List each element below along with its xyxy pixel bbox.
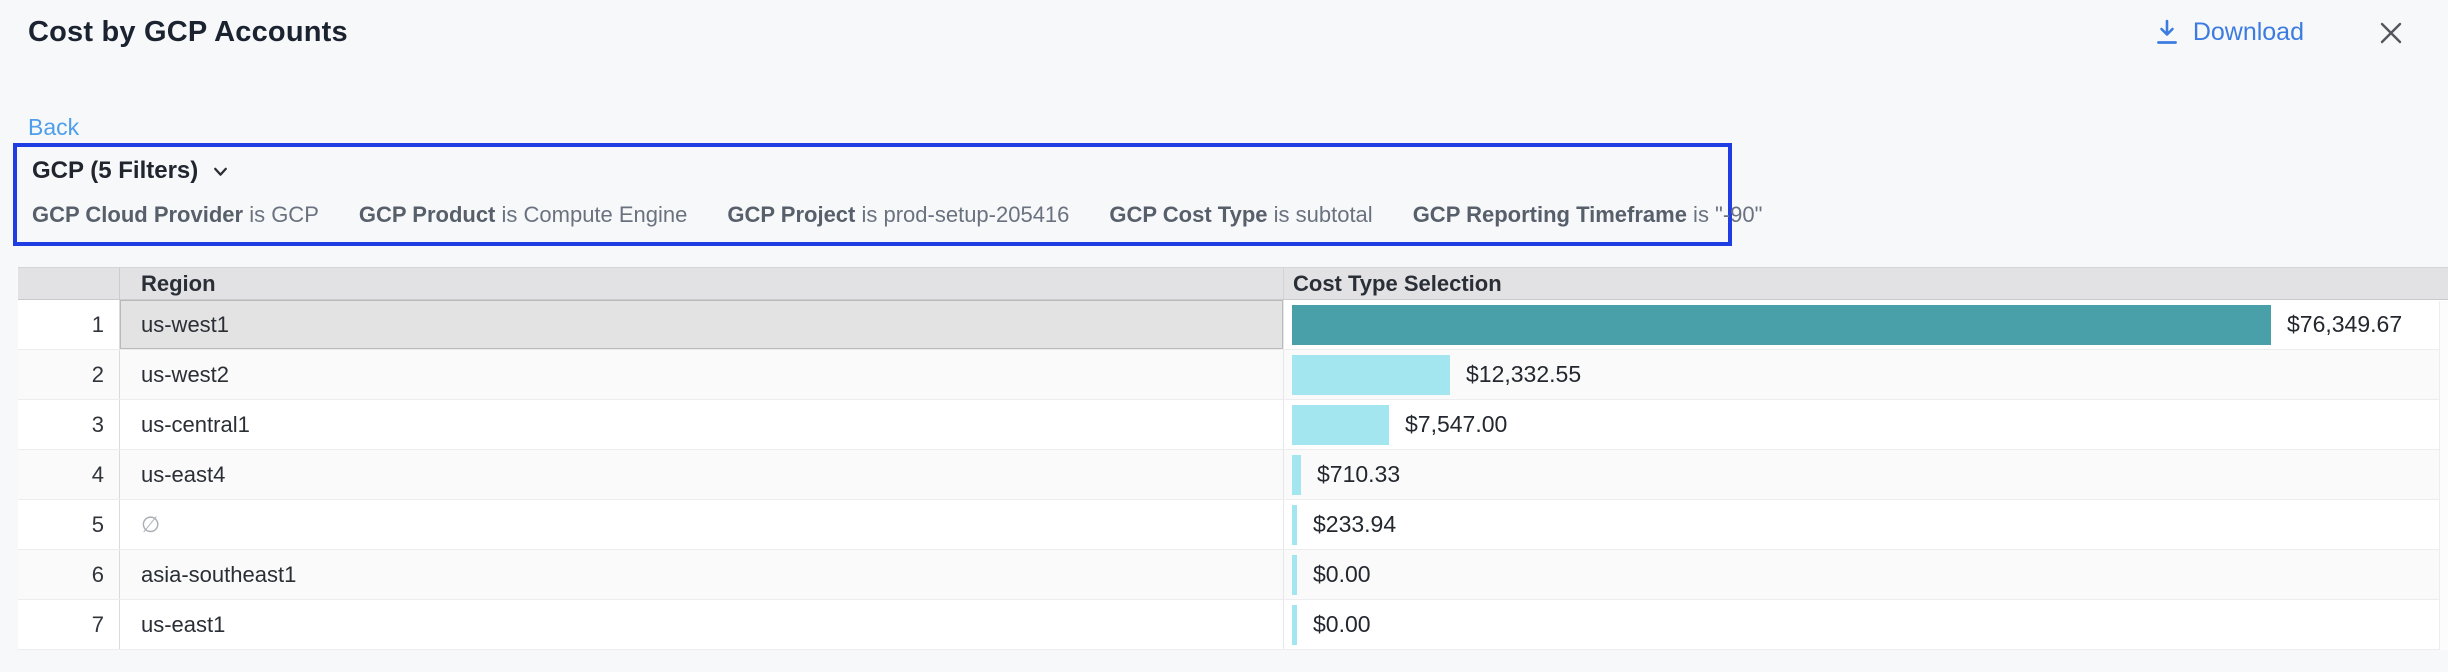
filter-chip[interactable]: GCP Product is Compute Engine xyxy=(359,202,688,228)
table-row[interactable]: 4us-east4 $710.33 xyxy=(18,450,2448,500)
cost-table: Region Cost Type Selection 1us-west1 $76,… xyxy=(18,267,2448,650)
filter-name: GCP Cost Type xyxy=(1109,202,1267,227)
row-index: 1 xyxy=(18,300,120,349)
row-index: 2 xyxy=(18,350,120,399)
header-index-column xyxy=(18,268,120,299)
vertical-scrollbar[interactable] xyxy=(2439,301,2448,650)
table-row[interactable]: 3us-central1 $7,547.00 xyxy=(18,400,2448,450)
cost-value: $76,349.67 xyxy=(2287,311,2402,338)
filter-chip[interactable]: GCP Cost Type is subtotal xyxy=(1109,202,1372,228)
table-row[interactable]: 7us-east1 $0.00 xyxy=(18,600,2448,650)
cost-bar xyxy=(1292,505,1297,545)
table-row[interactable]: 2us-west2 $12,332.55 xyxy=(18,350,2448,400)
row-index: 6 xyxy=(18,550,120,599)
back-link[interactable]: Back xyxy=(28,114,79,141)
header-cost-column[interactable]: Cost Type Selection xyxy=(1284,268,2448,299)
row-index: 7 xyxy=(18,600,120,649)
region-cell[interactable]: us-east4 xyxy=(120,450,1284,499)
filter-chip[interactable]: GCP Reporting Timeframe is "-90" xyxy=(1413,202,1763,228)
cost-value: $710.33 xyxy=(1317,461,1400,488)
header-actions: Download xyxy=(2154,18,2418,48)
filter-condition: is subtotal xyxy=(1268,202,1373,227)
cost-bar xyxy=(1292,455,1301,495)
filter-panel: GCP (5 Filters) GCP Cloud Provider is GC… xyxy=(13,143,1732,246)
region-cell[interactable]: us-west2 xyxy=(120,350,1284,399)
cost-value: $7,547.00 xyxy=(1405,411,1507,438)
table-header-row: Region Cost Type Selection xyxy=(18,267,2448,300)
close-icon[interactable] xyxy=(2376,18,2406,48)
cost-cell: $76,349.67 xyxy=(1284,300,2448,349)
filter-condition: is prod-setup-205416 xyxy=(855,202,1069,227)
cost-bar xyxy=(1292,555,1297,595)
cost-bar xyxy=(1292,305,2271,345)
cost-cell: $7,547.00 xyxy=(1284,400,2448,449)
table-row[interactable]: 5∅ $233.94 xyxy=(18,500,2448,550)
filter-name: GCP Reporting Timeframe xyxy=(1413,202,1687,227)
region-cell[interactable]: us-east1 xyxy=(120,600,1284,649)
region-cell[interactable]: ∅ xyxy=(120,500,1284,549)
filter-name: GCP Project xyxy=(727,202,855,227)
row-index: 4 xyxy=(18,450,120,499)
cost-bar xyxy=(1292,355,1450,395)
modal-header: Cost by GCP Accounts Download xyxy=(0,0,2448,49)
filter-summary-label: GCP (5 Filters) xyxy=(32,157,198,185)
filter-summary-dropdown[interactable]: GCP (5 Filters) xyxy=(32,157,231,185)
row-index: 5 xyxy=(18,500,120,549)
cost-value: $233.94 xyxy=(1313,511,1396,538)
filter-condition: is Compute Engine xyxy=(495,202,687,227)
filter-condition: is "-90" xyxy=(1687,202,1763,227)
cost-value: $0.00 xyxy=(1313,611,1371,638)
download-button[interactable]: Download xyxy=(2154,18,2304,47)
region-cell[interactable]: us-west1 xyxy=(120,300,1284,349)
cost-cell: $233.94 xyxy=(1284,500,2448,549)
header-region-column[interactable]: Region xyxy=(120,268,1284,299)
cost-value: $12,332.55 xyxy=(1466,361,1581,388)
row-index: 3 xyxy=(18,400,120,449)
cost-cell: $12,332.55 xyxy=(1284,350,2448,399)
page-title: Cost by GCP Accounts xyxy=(28,16,348,49)
cost-cell: $710.33 xyxy=(1284,450,2448,499)
cost-cell: $0.00 xyxy=(1284,600,2448,649)
download-label: Download xyxy=(2193,18,2304,47)
filter-chip[interactable]: GCP Project is prod-setup-205416 xyxy=(727,202,1069,228)
filter-name: GCP Cloud Provider xyxy=(32,202,243,227)
filter-name: GCP Product xyxy=(359,202,496,227)
filter-condition: is GCP xyxy=(243,202,319,227)
cost-bar xyxy=(1292,605,1297,645)
region-cell[interactable]: us-central1 xyxy=(120,400,1284,449)
filter-chip[interactable]: GCP Cloud Provider is GCP xyxy=(32,202,319,228)
table-row[interactable]: 6asia-southeast1 $0.00 xyxy=(18,550,2448,600)
region-cell[interactable]: asia-southeast1 xyxy=(120,550,1284,599)
table-row[interactable]: 1us-west1 $76,349.67 xyxy=(18,300,2448,350)
download-icon xyxy=(2154,18,2180,47)
cost-bar xyxy=(1292,405,1389,445)
filter-list: GCP Cloud Provider is GCP GCP Product is … xyxy=(32,202,1712,228)
table-body: 1us-west1$76,349.672us-west2$12,332.553u… xyxy=(18,300,2448,650)
cost-cell: $0.00 xyxy=(1284,550,2448,599)
cost-value: $0.00 xyxy=(1313,561,1371,588)
chevron-down-icon xyxy=(210,161,231,182)
